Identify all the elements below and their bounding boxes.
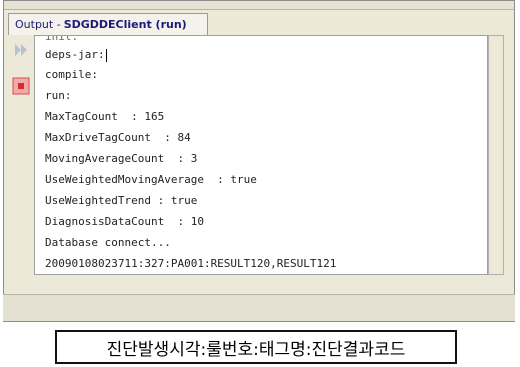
console-line-text: deps-jar: [45,48,105,61]
output-panel: Output - SDGDDEClient (run) init: deps-j… [3,0,515,322]
console-line: init: [45,35,79,43]
console-line-with-caret: deps-jar: [45,48,107,62]
console-output[interactable]: init: deps-jar: compile: run: MaxTagCoun… [34,35,488,275]
caption-box: 진단발생시각:룰번호:태그명:진단결과코드 [55,330,457,364]
console-line: MaxDriveTagCount : 84 [45,131,191,144]
console-toolbar [8,35,34,275]
stop-icon[interactable] [12,77,30,95]
console-line: DiagnosisDataCount : 10 [45,215,204,228]
console-line: run: [45,89,72,102]
tab-title-prefix: Output - [15,18,61,31]
top-strip [4,1,514,10]
console-line: compile: [45,68,98,81]
rerun-icon[interactable] [12,41,30,59]
text-caret [105,48,107,62]
console-line: UseWeightedMovingAverage : true [45,173,257,186]
console-line: UseWeightedTrend : true [45,194,198,207]
console-line: MovingAverageCount : 3 [45,152,198,165]
status-bar [3,294,515,321]
console-line: MaxTagCount : 165 [45,110,165,123]
tab-title-project: SDGDDEClient (run) [63,18,187,31]
vertical-scrollbar[interactable] [488,35,504,275]
console-line-diagnosis-result: 20090108023711:327:PA001:RESULT120,RESUL… [45,257,337,270]
console-line: Database connect... [45,236,171,249]
tab-output[interactable]: Output - SDGDDEClient (run) [8,13,208,35]
